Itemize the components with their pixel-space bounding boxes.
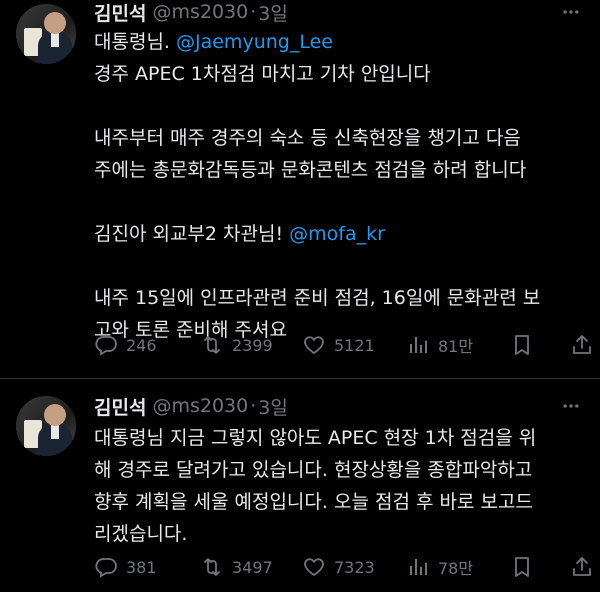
reply-button[interactable]: 246 — [94, 330, 157, 360]
tweet[interactable]: 김민석 @ms2030 · 3일 대통령님 지금 그렇지 않아도 APEC 현장… — [0, 394, 600, 592]
text-segment: 주에는 총문화감독등과 문화콘텐츠 점검을 하려 합니다 — [94, 159, 527, 181]
like-icon — [302, 555, 326, 579]
more-options-icon[interactable] — [560, 1, 582, 23]
views-button[interactable]: 81만 — [406, 330, 473, 360]
like-count: 5121 — [334, 335, 375, 355]
retweet-count: 3497 — [232, 557, 273, 577]
text-segment: 경주 APEC 1차점검 마치고 기차 안입니다 — [94, 63, 431, 85]
text-line: 리겠습니다. — [94, 518, 586, 550]
tweet-actions: 381 3497 7323 78만 — [94, 552, 591, 582]
tweet-actions: 246 2399 5121 81만 — [94, 330, 591, 360]
views-icon — [406, 333, 430, 357]
views-count: 78만 — [438, 559, 474, 578]
text-line: 해 경주로 달려가고 있습니다. 현장상황을 종합파악하고 — [94, 454, 586, 486]
text-line: 대통령님 지금 그렇지 않아도 APEC 현장 1차 점검을 위 — [94, 422, 586, 454]
retweet-icon — [200, 333, 224, 357]
share-icon — [570, 555, 594, 579]
author-name[interactable]: 김민석 — [94, 393, 146, 420]
text-line: 대통령님. @Jaemyung_Lee — [94, 26, 586, 58]
like-count: 7323 — [334, 557, 375, 577]
tweet-text: 대통령님. @Jaemyung_Lee 경주 APEC 1차점검 마치고 기차 안… — [94, 26, 586, 346]
author-handle[interactable]: @ms2030 — [152, 395, 248, 417]
text-segment: 향후 계획을 세울 예정입니다. 오늘 점검 후 바로 보고드 — [94, 491, 533, 513]
text-segment: 해 경주로 달려가고 있습니다. 현장상황을 종합파악하고 — [94, 459, 533, 481]
text-segment: 내주부터 매주 경주의 숙소 등 신축현장을 챙기고 다음 — [94, 127, 521, 149]
bookmark-button[interactable] — [510, 330, 534, 360]
separator-dot: · — [250, 1, 257, 23]
tweet[interactable]: 김민석 @ms2030 · 3일 대통령님. @Jaemyung_Lee 경주 A… — [0, 0, 600, 374]
timestamp[interactable]: 3일 — [258, 0, 288, 26]
text-segment: 김진아 외교부2 차관님! — [94, 223, 290, 245]
reply-icon — [94, 333, 118, 357]
bookmark-icon — [510, 333, 534, 357]
tweet-header: 김민석 @ms2030 · 3일 — [94, 0, 288, 26]
text-segment: 리겠습니다. — [94, 523, 188, 545]
text-line: 내주 15일에 인프라관련 준비 점검, 16일에 문화관련 보 — [94, 282, 586, 314]
share-button[interactable] — [570, 330, 594, 360]
views-count: 81만 — [438, 337, 474, 356]
author-name[interactable]: 김민석 — [94, 0, 146, 26]
divider — [0, 378, 600, 379]
reply-button[interactable]: 381 — [94, 552, 157, 582]
text-segment: 대통령님 지금 그렇지 않아도 APEC 현장 1차 점검을 위 — [94, 427, 537, 449]
retweet-button[interactable]: 3497 — [200, 552, 273, 582]
share-icon — [570, 333, 594, 357]
retweet-button[interactable]: 2399 — [200, 330, 273, 360]
text-line: 내주부터 매주 경주의 숙소 등 신축현장을 챙기고 다음 — [94, 122, 586, 154]
mention-link[interactable]: @Jaemyung_Lee — [176, 31, 333, 53]
tweet-header: 김민석 @ms2030 · 3일 — [94, 393, 288, 420]
text-segment: 내주 15일에 인프라관련 준비 점검, 16일에 문화관련 보 — [94, 287, 541, 309]
avatar[interactable] — [16, 4, 76, 64]
text-line: 주에는 총문화감독등과 문화콘텐츠 점검을 하려 합니다 — [94, 154, 586, 186]
text-line: 김진아 외교부2 차관님! @mofa_kr — [94, 218, 586, 250]
retweet-count: 2399 — [232, 335, 273, 355]
share-button[interactable] — [570, 552, 594, 582]
retweet-icon — [200, 555, 224, 579]
reply-count: 381 — [126, 557, 157, 577]
bookmark-icon — [510, 555, 534, 579]
text-line: 경주 APEC 1차점검 마치고 기차 안입니다 — [94, 58, 586, 90]
bookmark-button[interactable] — [510, 552, 534, 582]
reply-icon — [94, 555, 118, 579]
like-icon — [302, 333, 326, 357]
more-options-icon[interactable] — [560, 395, 582, 417]
text-line: 향후 계획을 세울 예정입니다. 오늘 점검 후 바로 보고드 — [94, 486, 586, 518]
tweet-text: 대통령님 지금 그렇지 않아도 APEC 현장 1차 점검을 위해 경주로 달려… — [94, 422, 586, 550]
avatar[interactable] — [16, 396, 76, 456]
text-segment: 대통령님. — [94, 31, 176, 53]
mention-link[interactable]: @mofa_kr — [289, 223, 385, 245]
views-button[interactable]: 78만 — [406, 552, 473, 582]
like-button[interactable]: 5121 — [302, 330, 375, 360]
timestamp[interactable]: 3일 — [258, 393, 288, 420]
separator-dot: · — [250, 395, 257, 417]
views-icon — [406, 555, 430, 579]
reply-count: 246 — [126, 335, 157, 355]
like-button[interactable]: 7323 — [302, 552, 375, 582]
author-handle[interactable]: @ms2030 — [152, 1, 248, 23]
